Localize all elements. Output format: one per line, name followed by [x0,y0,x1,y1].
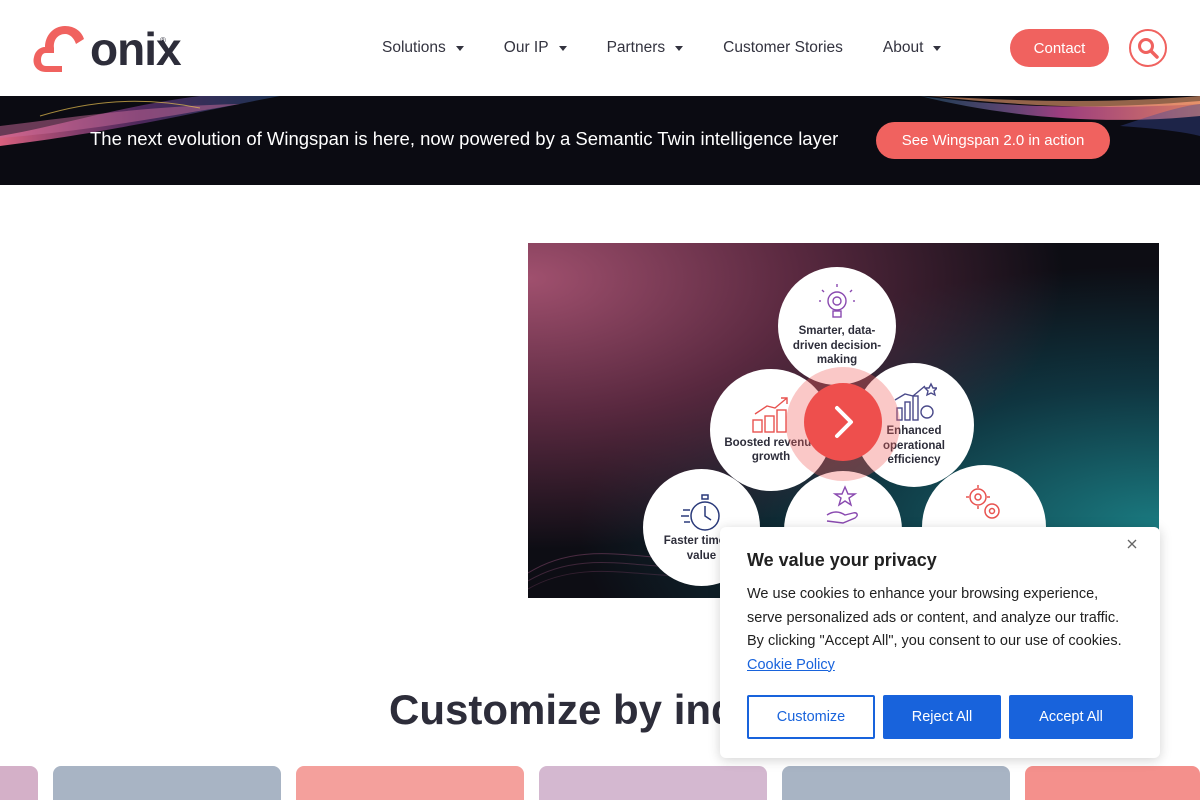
caret-down-icon [675,45,684,51]
caret-down-icon [455,45,464,51]
nav-label: Customer Stories [723,39,843,56]
cookie-title: We value your privacy [747,550,937,570]
benefit-label: Smarter, data-driven decision-making [792,325,882,367]
logo-wordmark: onix [90,23,182,75]
cookie-body-text: We use cookies to enhance your browsing … [747,586,1122,649]
nav-item-partners[interactable]: Partners [587,36,704,60]
caret-down-icon [933,45,942,51]
cloud-logo-icon [33,26,84,72]
nav-item-our-ip[interactable]: Our IP [484,36,587,60]
cookie-policy-link[interactable]: Cookie Policy [747,657,835,673]
cookie-accept-all-button[interactable]: Accept All [1009,695,1133,739]
nav-item-about[interactable]: About [863,36,962,60]
cookie-close-button[interactable] [1123,535,1141,553]
cookie-reject-all-button[interactable]: Reject All [883,695,1001,739]
close-icon [1127,539,1137,549]
banner-message: The next evolution of Wingspan is here, … [90,128,839,149]
caret-down-icon [558,45,567,51]
nav-label: About [882,39,924,56]
contact-button[interactable]: Contact [1010,29,1109,67]
play-icon [835,406,853,438]
wingspan-cta-button[interactable]: See Wingspan 2.0 in action [876,122,1110,159]
lightbulb-icon [819,284,855,319]
industry-card[interactable] [782,766,1010,800]
onix-logo[interactable]: onix ® [32,22,182,76]
search-button[interactable] [1129,29,1167,67]
industry-section-heading: Customize by indu [389,686,763,733]
hand-star-icon [826,485,858,524]
nav-label: Solutions [382,39,446,56]
registered-mark: ® [160,36,166,45]
nav-label: Partners [606,39,666,56]
gears-icon [966,485,1000,519]
announcement-banner: The next evolution of Wingspan is here, … [0,96,1200,185]
search-icon [1138,38,1159,59]
industry-card[interactable] [296,766,524,800]
industry-card[interactable] [539,766,767,800]
stopwatch-icon [680,494,720,531]
cookie-customize-button[interactable]: Customize [747,695,875,739]
main-nav: Solutions Our IP Partners Customer Stori… [362,36,961,60]
nav-label: Our IP [503,39,549,56]
industry-card[interactable] [0,766,38,800]
coins-growth-icon [752,396,788,433]
cookie-consent-dialog: We value your privacy We use cookies to … [720,527,1160,758]
nav-item-customer-stories[interactable]: Customer Stories [703,36,863,60]
play-button[interactable] [804,383,882,461]
cookie-description: We use cookies to enhance your browsing … [747,583,1137,677]
nav-item-solutions[interactable]: Solutions [362,36,484,60]
industry-card[interactable] [53,766,281,800]
site-header: onix ® Solutions Our IP Partners Custome… [0,0,1200,96]
industry-card[interactable] [1025,766,1200,800]
